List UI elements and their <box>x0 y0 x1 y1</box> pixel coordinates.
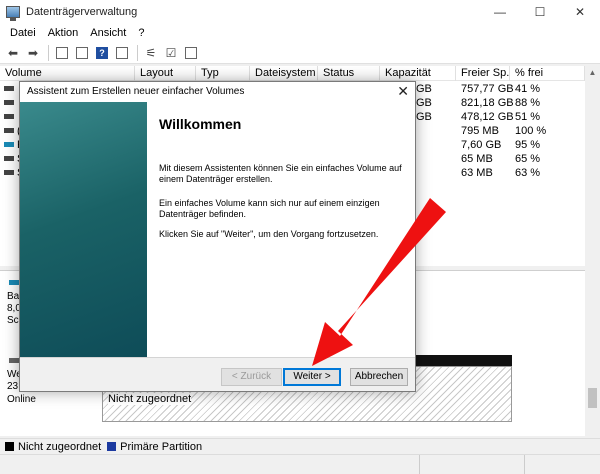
checklist-icon[interactable]: ☑ <box>162 45 180 61</box>
drive-icon <box>4 100 14 105</box>
cell-free: 65 MB <box>461 153 493 165</box>
wizard-text-intro: Mit diesem Assistenten können Sie ein ei… <box>159 163 402 184</box>
menu-help[interactable]: ? <box>132 27 150 39</box>
cell-free: 63 MB <box>461 167 493 179</box>
column-layout[interactable]: Layout <box>135 66 196 81</box>
scrollbar-thumb[interactable] <box>588 388 597 408</box>
cell-percent: 95 % <box>515 139 541 151</box>
properties-icon[interactable] <box>73 45 91 61</box>
cell-free: 795 MB <box>461 125 499 137</box>
cell-percent: 100 % <box>515 125 547 137</box>
column-filesystem[interactable]: Dateisystem <box>250 66 318 81</box>
cell-percent: 65 % <box>515 153 541 165</box>
cell-percent: 41 % <box>515 83 541 95</box>
legend-swatch-unallocated <box>5 442 14 451</box>
window-controls: — ☐ ✕ <box>480 0 600 24</box>
legend: Nicht zugeordnet Primäre Partition <box>0 438 600 454</box>
disk1-line1: Ba <box>7 291 20 302</box>
dialog-titlebar: Assistent zum Erstellen neuer einfacher … <box>20 82 415 102</box>
status-bar <box>0 454 600 474</box>
forward-arrow-icon[interactable]: ➡ <box>24 45 42 61</box>
wizard-text-instruction: Klicken Sie auf "Weiter", um den Vorgang… <box>159 229 379 239</box>
scroll-up-icon[interactable]: ▲ <box>585 68 600 80</box>
column-free-space[interactable]: Freier Sp... <box>456 66 510 81</box>
column-status[interactable]: Status <box>318 66 380 81</box>
wizard-content: Willkommen Mit diesem Assistenten können… <box>147 102 415 357</box>
toolbar-separator <box>48 44 49 61</box>
connect-icon[interactable]: ⚟ <box>142 45 160 61</box>
close-button[interactable]: ✕ <box>560 0 600 24</box>
back-button[interactable]: < Zurück <box>221 368 282 386</box>
column-volume[interactable]: Volume <box>0 66 135 81</box>
disk-management-icon <box>6 6 20 21</box>
dialog-title: Assistent zum Erstellen neuer einfacher … <box>27 86 245 97</box>
volume-list-header: Volume Layout Typ Dateisystem Status Kap… <box>0 66 585 81</box>
menu-datei[interactable]: Datei <box>4 27 42 39</box>
console-tree-icon[interactable] <box>53 45 71 61</box>
window-title: Datenträgerverwaltung <box>26 6 138 18</box>
drive-icon <box>4 114 14 119</box>
cell-capacity: GB <box>416 97 432 109</box>
legend-swatch-primary <box>107 442 117 451</box>
column-type[interactable]: Typ <box>196 66 250 81</box>
partition-label: Nicht zugeordnet <box>108 393 192 405</box>
status-segment <box>0 455 420 474</box>
cell-capacity: GB <box>416 111 432 123</box>
legend-primary: Primäre Partition <box>120 440 203 453</box>
drive-icon <box>4 86 14 91</box>
cell-free: 478,12 GB <box>461 111 514 123</box>
dialog-close-button[interactable]: ✕ <box>397 83 409 100</box>
disk1-line3: Sc <box>7 315 19 326</box>
settings-icon[interactable] <box>182 45 200 61</box>
vertical-scrollbar[interactable]: ▲ ▼ <box>585 66 600 452</box>
drive-icon <box>4 128 14 133</box>
disk2-line2: 23 <box>7 381 19 392</box>
legend-unallocated: Nicht zugeordnet <box>18 440 102 453</box>
drive-icon <box>4 142 14 147</box>
cancel-button[interactable]: Abbrechen <box>350 368 408 386</box>
minimize-button[interactable]: — <box>480 0 520 24</box>
status-segment <box>420 455 525 474</box>
cell-percent: 63 % <box>515 167 541 179</box>
maximize-button[interactable]: ☐ <box>520 0 560 24</box>
menu-aktion[interactable]: Aktion <box>42 27 85 39</box>
wizard-text-info: Ein einfaches Volume kann sich nur auf e… <box>159 198 380 219</box>
wizard-heading: Willkommen <box>159 116 242 132</box>
cell-free: 7,60 GB <box>461 139 502 151</box>
cell-percent: 88 % <box>515 97 541 109</box>
wizard-side-banner <box>20 102 147 357</box>
disk2-status: Online <box>7 394 36 405</box>
menu-bar: Datei Aktion Ansicht ? <box>0 24 600 42</box>
show-hide-icon[interactable] <box>113 45 131 61</box>
window-titlebar: Datenträgerverwaltung — ☐ ✕ <box>0 0 600 24</box>
new-simple-volume-wizard: Assistent zum Erstellen neuer einfacher … <box>19 81 416 392</box>
toolbar-separator <box>137 44 138 61</box>
cell-free: 757,77 GB <box>461 83 514 95</box>
column-percent-free[interactable]: % frei <box>510 66 585 81</box>
drive-icon <box>4 156 14 161</box>
help-icon[interactable]: ? <box>93 45 111 61</box>
dialog-separator <box>20 357 415 358</box>
back-arrow-icon[interactable]: ⬅ <box>4 45 22 61</box>
cell-free: 821,18 GB <box>461 97 514 109</box>
drive-icon <box>4 170 14 175</box>
next-button[interactable]: Weiter > <box>283 368 341 386</box>
toolbar: ⬅ ➡ ? ⚟ ☑ <box>0 42 600 64</box>
menu-ansicht[interactable]: Ansicht <box>84 27 132 39</box>
column-capacity[interactable]: Kapazität <box>380 66 456 81</box>
cell-percent: 51 % <box>515 111 541 123</box>
cell-capacity: GB <box>416 83 432 95</box>
